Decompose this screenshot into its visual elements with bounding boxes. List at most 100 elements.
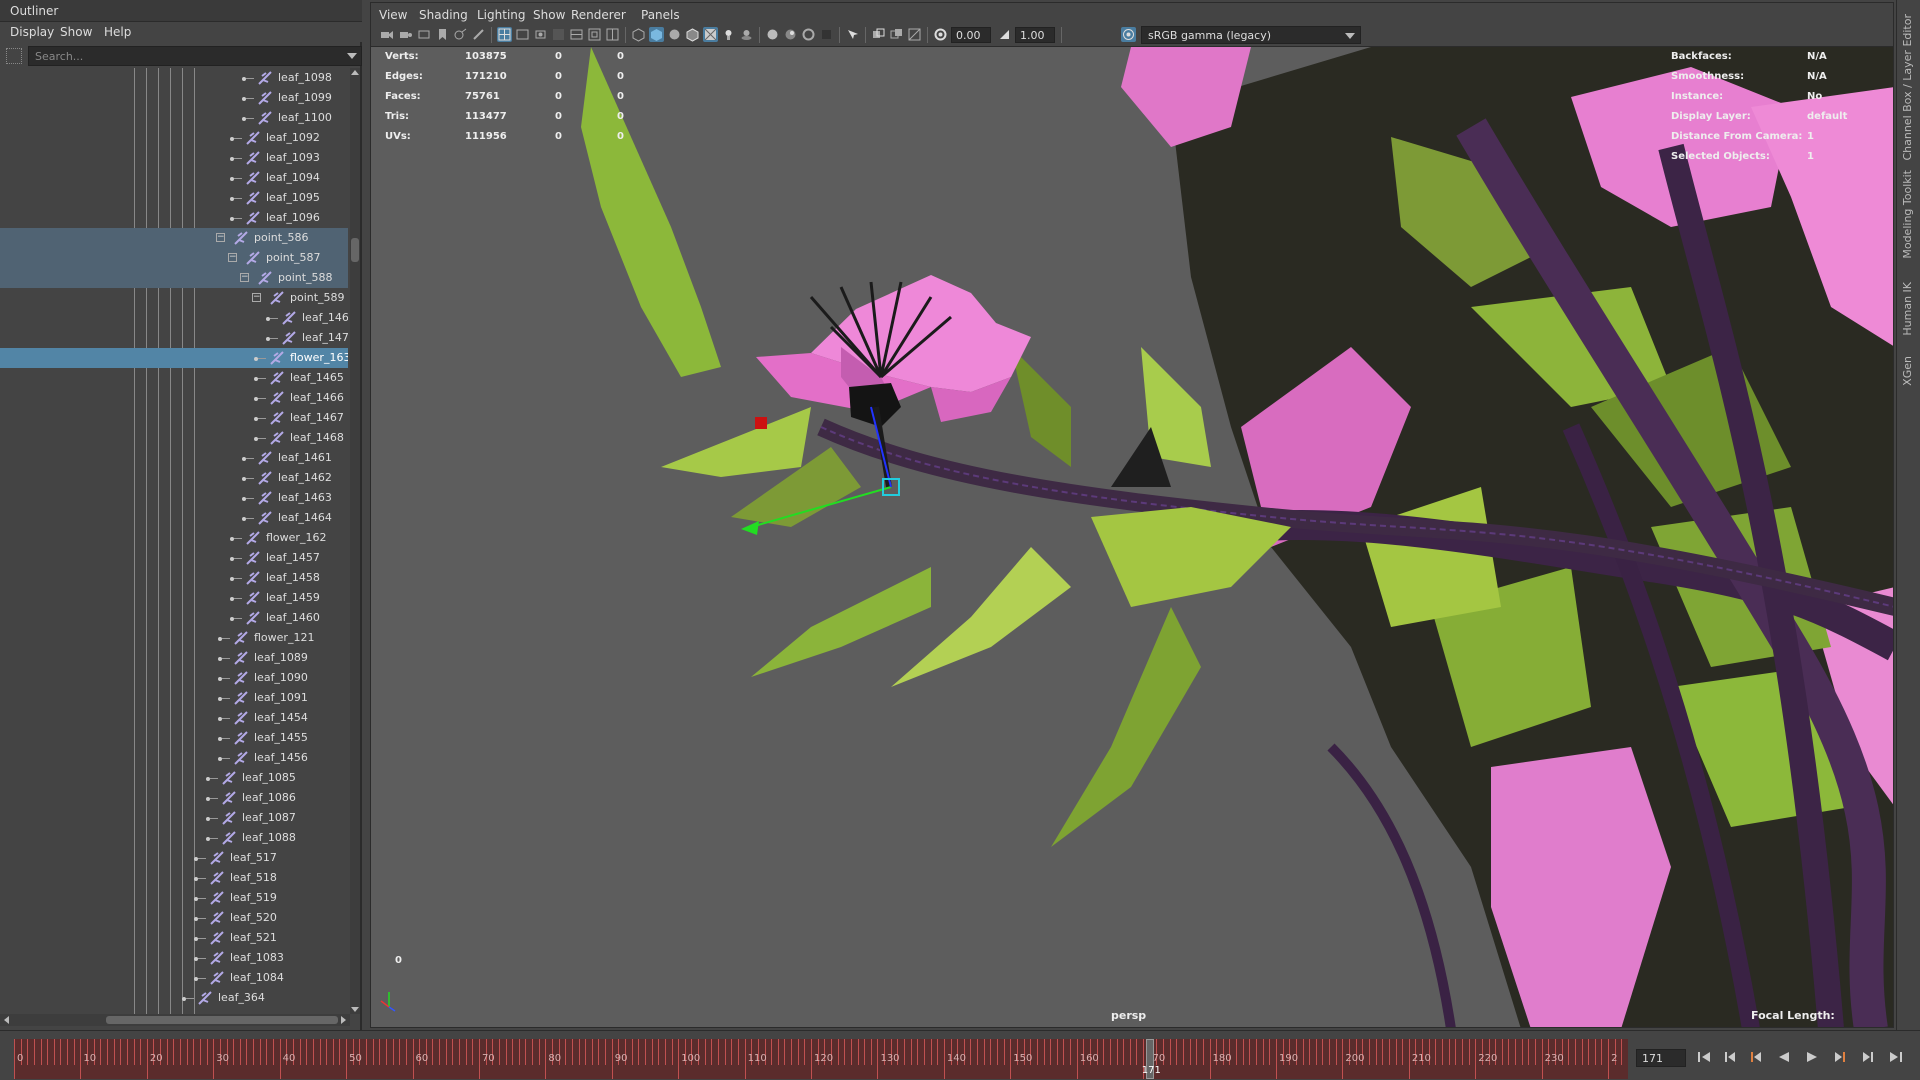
step-back-key-icon[interactable] (1722, 1049, 1738, 1065)
scroll-left-icon[interactable] (4, 1016, 9, 1024)
step-forward-frame-icon[interactable] (1832, 1049, 1848, 1065)
viewport-panel[interactable]: View Shading Lighting Show Renderer Pane… (370, 2, 1894, 1028)
resolution-gate-icon[interactable] (533, 27, 548, 42)
go-to-end-icon[interactable] (1888, 1049, 1904, 1065)
select-camera-icon[interactable] (379, 27, 394, 42)
outliner-item[interactable]: leaf_1084 (0, 968, 348, 988)
menu-display[interactable]: Display (10, 25, 54, 39)
search-dropdown-icon[interactable] (347, 53, 357, 59)
outliner-horizontal-scrollbar[interactable] (0, 1014, 350, 1026)
use-all-lights-icon[interactable] (721, 27, 736, 42)
outliner-item[interactable]: leaf_1089 (0, 648, 348, 668)
gate-mask-icon[interactable] (551, 27, 566, 42)
outliner-item[interactable]: leaf_517 (0, 848, 348, 868)
menu-renderer[interactable]: Renderer (571, 8, 626, 22)
wireframe-icon[interactable] (631, 27, 646, 42)
h-scroll-thumb[interactable] (106, 1016, 338, 1024)
outliner-item[interactable]: leaf_1456 (0, 748, 348, 768)
outliner-item[interactable]: leaf_1091 (0, 688, 348, 708)
outliner-item[interactable]: flower_162 (0, 528, 348, 548)
outliner-item[interactable]: flower_121 (0, 628, 348, 648)
shadows-icon[interactable] (739, 27, 754, 42)
time-ruler[interactable]: 0 10 20 30 40 50 60 70 80 90 100 110 120 130 140 150 160… (14, 1039, 1628, 1079)
step-back-frame-icon[interactable] (1748, 1049, 1764, 1065)
tab-xgen[interactable]: XGen (1901, 356, 1914, 386)
exposure-field[interactable]: 0.00 (951, 27, 991, 43)
outliner-item[interactable]: leaf_1099 (0, 88, 348, 108)
outliner-item[interactable]: − point_589 (0, 288, 348, 308)
outliner-item[interactable]: leaf_1090 (0, 668, 348, 688)
filter-icon[interactable] (6, 48, 22, 64)
outliner-item[interactable]: leaf_1457 (0, 548, 348, 568)
current-frame-field[interactable]: 171 (1636, 1049, 1686, 1067)
menu-show-vp[interactable]: Show (533, 8, 565, 22)
collapse-icon[interactable]: − (252, 293, 261, 302)
smooth-shade-icon[interactable] (649, 27, 664, 42)
depth-of-field-icon[interactable] (819, 27, 834, 42)
outliner-item[interactable]: leaf_1455 (0, 728, 348, 748)
outliner-item[interactable]: leaf_1466 (0, 388, 348, 408)
outliner-item[interactable]: leaf_1092 (0, 128, 348, 148)
collapse-icon[interactable]: − (228, 253, 237, 262)
menu-view[interactable]: View (379, 8, 407, 22)
screen-space-ao-icon[interactable] (765, 27, 780, 42)
xray-icon[interactable] (871, 27, 886, 42)
outliner-item[interactable]: leaf_1462 (0, 468, 348, 488)
outliner-vertical-scrollbar[interactable] (350, 68, 360, 1014)
safe-action-icon[interactable] (587, 27, 602, 42)
outliner-item[interactable]: leaf_1094 (0, 168, 348, 188)
multisample-aa-icon[interactable] (801, 27, 816, 42)
outliner-item[interactable]: flower_163 (0, 348, 348, 368)
outliner-item[interactable]: − point_587 (0, 248, 348, 268)
outliner-item[interactable]: leaf_1098 (0, 68, 348, 88)
outliner-item[interactable]: leaf_1459 (0, 588, 348, 608)
play-forward-icon[interactable] (1804, 1049, 1820, 1065)
menu-show[interactable]: Show (60, 25, 92, 39)
tab-channel-box[interactable]: Channel Box / Layer Editor (1901, 14, 1914, 161)
go-to-start-icon[interactable] (1696, 1049, 1712, 1065)
3d-scene[interactable] (371, 47, 1894, 1028)
outliner-item[interactable]: leaf_1086 (0, 788, 348, 808)
scroll-right-icon[interactable] (341, 1016, 346, 1024)
camera-attributes-icon[interactable] (398, 27, 413, 42)
search-input[interactable]: Search... (28, 46, 362, 66)
outliner-item[interactable]: leaf_521 (0, 928, 348, 948)
outliner-item[interactable]: leaf_1095 (0, 188, 348, 208)
menu-lighting[interactable]: Lighting (477, 8, 526, 22)
outliner-item[interactable]: leaf_520 (0, 908, 348, 928)
outliner-item[interactable]: leaf_364 (0, 988, 348, 1008)
outliner-item[interactable]: leaf_1460 (0, 608, 348, 628)
motion-blur-icon[interactable] (783, 27, 798, 42)
field-chart-icon[interactable] (569, 27, 584, 42)
outliner-item[interactable]: leaf_1461 (0, 448, 348, 468)
outliner-item[interactable]: leaf_1100 (0, 108, 348, 128)
outliner-item[interactable]: leaf_1096 (0, 208, 348, 228)
2d-pan-zoom-icon[interactable] (453, 27, 468, 42)
outliner-item[interactable]: − point_586 (0, 228, 348, 248)
tab-modeling-toolkit[interactable]: Modeling Toolkit (1901, 170, 1914, 259)
default-material-icon[interactable] (667, 27, 682, 42)
outliner-item[interactable]: leaf_1468 (0, 428, 348, 448)
menu-help[interactable]: Help (104, 25, 131, 39)
outliner-item[interactable]: leaf_1465 (0, 368, 348, 388)
outliner-item[interactable]: − point_588 (0, 268, 348, 288)
xray-components-icon[interactable] (907, 27, 922, 42)
outliner-item[interactable]: leaf_1458 (0, 568, 348, 588)
exposure-icon[interactable] (933, 27, 948, 42)
outliner-item[interactable]: leaf_1093 (0, 148, 348, 168)
view-transform-dropdown[interactable]: sRGB gamma (legacy) (1141, 26, 1361, 44)
outliner-item[interactable]: leaf_1464 (0, 508, 348, 528)
grease-pencil-icon[interactable] (471, 27, 486, 42)
outliner-item[interactable]: leaf_1469 (0, 308, 348, 328)
menu-shading[interactable]: Shading (419, 8, 468, 22)
isolate-select-icon[interactable] (845, 27, 860, 42)
color-management-icon[interactable] (1121, 27, 1136, 42)
gamma-field[interactable]: 1.00 (1015, 27, 1055, 43)
film-gate-icon[interactable] (515, 27, 530, 42)
outliner-item[interactable]: leaf_1467 (0, 408, 348, 428)
gamma-icon[interactable] (997, 27, 1012, 42)
outliner-item[interactable]: leaf_1085 (0, 768, 348, 788)
outliner-item[interactable]: leaf_1087 (0, 808, 348, 828)
outliner-item[interactable]: leaf_1470 (0, 328, 348, 348)
play-backward-icon[interactable] (1776, 1049, 1792, 1065)
